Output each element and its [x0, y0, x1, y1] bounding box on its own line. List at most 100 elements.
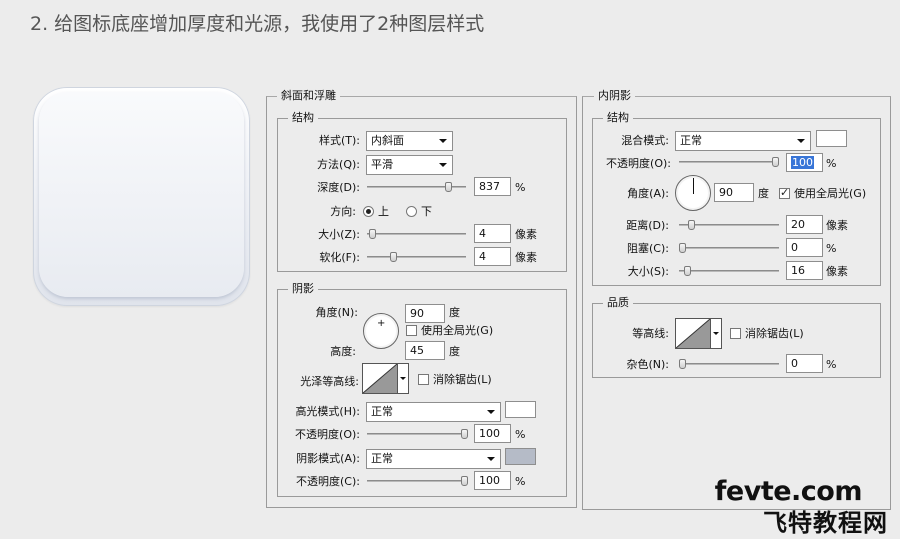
noise-value: 0 [791, 357, 798, 370]
bevel-shading-title: 阴影 [288, 283, 318, 295]
chevron-down-icon [439, 139, 447, 143]
size-slider-handle[interactable] [369, 229, 376, 239]
highlight-color-swatch[interactable] [505, 401, 536, 418]
shadow-mode-value: 正常 [371, 452, 393, 465]
inner-size-unit: 像素 [826, 265, 848, 278]
style-select[interactable]: 内斜面 [366, 131, 453, 151]
inner-opacity-input[interactable]: 100 [786, 153, 823, 172]
choke-value: 0 [791, 241, 798, 254]
inner-size-label: 大小(S): [627, 265, 669, 278]
shadow-opacity-label: 不透明度(C): [296, 475, 360, 488]
altitude-label: 高度: [330, 345, 356, 358]
chevron-down-icon [797, 139, 805, 143]
inner-antialias-label: 消除锯齿(L) [745, 327, 804, 340]
inner-opacity-slider[interactable] [679, 157, 779, 167]
linear-contour-icon [676, 319, 710, 348]
shading-global-light-label: 使用全局光(G) [421, 324, 494, 337]
size-unit: 像素 [515, 228, 537, 241]
shadow-opacity-value: 100 [479, 474, 500, 487]
distance-slider-handle[interactable] [688, 220, 695, 230]
shading-angle-dial[interactable]: + [363, 313, 399, 349]
shadow-color-swatch[interactable] [505, 448, 536, 465]
depth-slider-handle[interactable] [445, 182, 452, 192]
inner-global-light-label: 使用全局光(G) [794, 187, 867, 200]
choke-unit: % [826, 242, 837, 255]
shadow-mode-select[interactable]: 正常 [366, 449, 501, 469]
soften-slider[interactable] [367, 252, 466, 262]
distance-slider[interactable] [679, 220, 779, 230]
depth-unit: % [515, 181, 526, 194]
icon-base-preview [33, 87, 250, 306]
shading-global-light-checkbox[interactable] [406, 325, 417, 336]
bevel-antialias-label: 消除锯齿(L) [433, 373, 492, 386]
blend-mode-value: 正常 [680, 134, 702, 147]
direction-down-radio[interactable] [406, 206, 417, 217]
noise-input[interactable]: 0 [786, 354, 823, 373]
inner-shadow-color-swatch[interactable] [816, 130, 847, 147]
choke-slider-handle[interactable] [679, 243, 686, 253]
size-input[interactable]: 4 [474, 224, 511, 243]
bevel-structure-title: 结构 [288, 112, 318, 124]
inner-size-value: 16 [791, 264, 805, 277]
size-label: 大小(Z): [318, 228, 360, 241]
crosshair-icon: + [377, 318, 386, 329]
inner-angle-dial[interactable] [675, 175, 711, 211]
highlight-opacity-unit: % [515, 428, 526, 441]
shading-angle-unit: 度 [449, 306, 460, 319]
blend-mode-select[interactable]: 正常 [675, 131, 811, 151]
inner-shadow-title: 内阴影 [594, 90, 635, 102]
highlight-mode-select[interactable]: 正常 [366, 402, 501, 422]
depth-label: 深度(D): [317, 181, 360, 194]
shadow-opacity-slider-handle[interactable] [461, 476, 468, 486]
distance-input[interactable]: 20 [786, 215, 823, 234]
angle-pointer-icon [693, 178, 694, 194]
depth-input[interactable]: 837 [474, 177, 511, 196]
highlight-opacity-label: 不透明度(O): [295, 428, 360, 441]
inner-contour-dropdown[interactable] [711, 318, 722, 349]
bevel-emboss-title: 斜面和浮雕 [277, 90, 340, 102]
distance-value: 20 [791, 218, 805, 231]
soften-slider-handle[interactable] [390, 252, 397, 262]
noise-slider[interactable] [679, 359, 779, 369]
direction-label: 方向: [330, 205, 356, 218]
highlight-opacity-slider[interactable] [367, 429, 468, 439]
inner-angle-label: 角度(A): [627, 187, 669, 200]
direction-up-label: 上 [378, 205, 389, 218]
shadow-opacity-slider[interactable] [367, 476, 468, 486]
inner-size-slider[interactable] [679, 266, 779, 276]
inner-opacity-slider-handle[interactable] [772, 157, 779, 167]
inner-angle-value: 90 [719, 186, 733, 199]
technique-label: 方法(Q): [317, 158, 360, 171]
shading-angle-input[interactable]: 90 [405, 304, 445, 323]
inner-angle-input[interactable]: 90 [714, 183, 754, 202]
highlight-opacity-slider-handle[interactable] [461, 429, 468, 439]
highlight-opacity-input[interactable]: 100 [474, 424, 511, 443]
direction-down-label: 下 [421, 205, 432, 218]
choke-slider[interactable] [679, 243, 779, 253]
size-slider[interactable] [367, 229, 466, 239]
inner-angle-unit: 度 [758, 187, 769, 200]
technique-select-value: 平滑 [371, 158, 393, 171]
inner-contour-picker[interactable] [675, 318, 711, 349]
technique-select[interactable]: 平滑 [366, 155, 453, 175]
inner-antialias-checkbox[interactable] [730, 328, 741, 339]
highlight-mode-value: 正常 [371, 405, 393, 418]
size-value: 4 [479, 227, 486, 240]
inner-global-light-checkbox[interactable] [779, 186, 790, 199]
altitude-input[interactable]: 45 [405, 341, 445, 360]
inner-size-slider-handle[interactable] [684, 266, 691, 276]
shadow-opacity-input[interactable]: 100 [474, 471, 511, 490]
gloss-contour-label: 光泽等高线: [300, 375, 359, 388]
noise-slider-handle[interactable] [679, 359, 686, 369]
gloss-contour-picker[interactable] [362, 363, 398, 394]
shading-angle-label: 角度(N): [315, 306, 358, 319]
soften-input[interactable]: 4 [474, 247, 511, 266]
highlight-opacity-value: 100 [479, 427, 500, 440]
inner-contour-label: 等高线: [632, 327, 669, 340]
depth-slider[interactable] [367, 182, 466, 192]
inner-size-input[interactable]: 16 [786, 261, 823, 280]
gloss-contour-dropdown[interactable] [398, 363, 409, 394]
choke-input[interactable]: 0 [786, 238, 823, 257]
direction-up-radio[interactable] [363, 206, 374, 217]
bevel-antialias-checkbox[interactable] [418, 374, 429, 385]
